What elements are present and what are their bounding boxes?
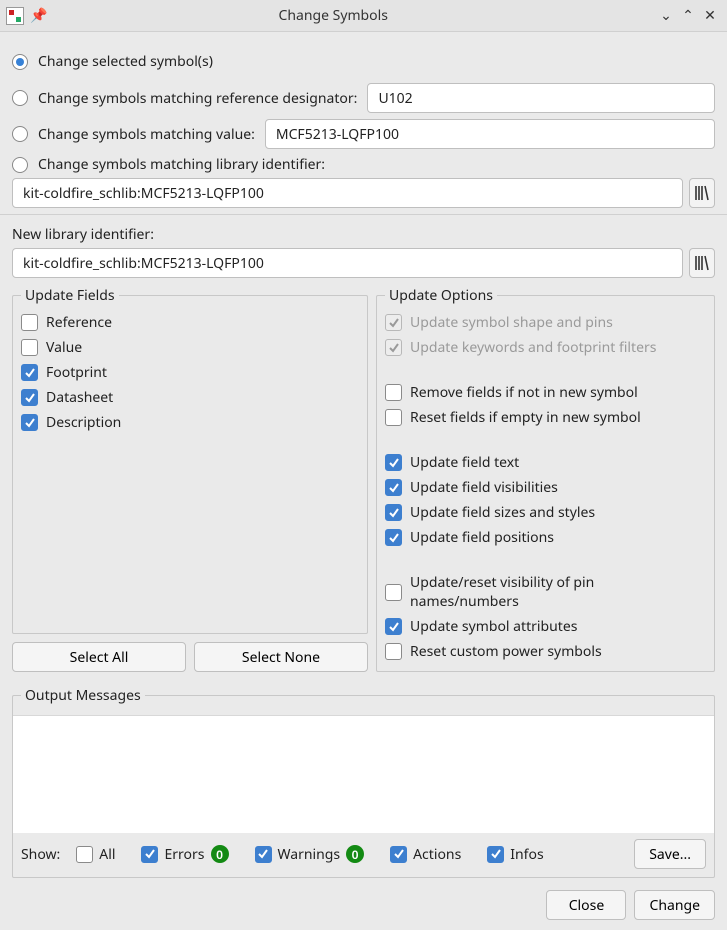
update-options-group: Update Options Update symbol shape and p… [376,286,715,672]
check-reference[interactable] [21,314,38,331]
show-infos-label: Infos [510,845,543,864]
minimize-button[interactable]: ⌄ [655,6,677,25]
titlebar: 📌 Change Symbols ⌄ ⌃ ✕ [0,0,727,32]
change-button[interactable]: Change [634,890,715,920]
check-remove-fields-label: Remove fields if not in new symbol [410,383,638,402]
check-update-attrs[interactable] [385,618,402,635]
library-browser-button-2[interactable] [689,248,715,278]
radio-match-libid[interactable] [12,157,28,173]
new-libid-input[interactable] [12,248,683,278]
output-messages-area[interactable] [13,715,714,833]
output-messages-group: Output Messages Show: All Errors 0 Warni… [12,686,715,878]
warnings-count-badge: 0 [346,845,364,863]
check-update-keywords-label: Update keywords and footprint filters [410,338,656,357]
dialog-content: Change selected symbol(s) Change symbols… [0,32,727,930]
check-update-pos-label: Update field positions [410,528,554,547]
radio-change-selected-label: Change selected symbol(s) [38,52,213,71]
check-update-shape-label: Update symbol shape and pins [410,313,613,332]
check-reset-power-label: Reset custom power symbols [410,642,602,661]
radio-match-refdes[interactable] [12,90,28,106]
check-remove-fields[interactable] [385,384,402,401]
radio-match-value-label: Change symbols matching value: [38,125,255,144]
check-update-text[interactable] [385,454,402,471]
check-show-infos[interactable] [487,846,504,863]
refdes-input[interactable] [367,83,715,113]
check-footprint-label: Footprint [46,363,107,382]
check-datasheet-label: Datasheet [46,388,113,407]
radio-match-libid-label: Change symbols matching library identifi… [38,155,325,174]
check-show-warnings[interactable] [255,846,272,863]
check-update-pos[interactable] [385,529,402,546]
show-all-label: All [99,845,115,864]
check-reset-empty-label: Reset fields if empty in new symbol [410,408,641,427]
save-button[interactable]: Save... [634,839,706,869]
library-icon [695,255,709,271]
show-warnings-label: Warnings [278,845,341,864]
check-update-shape [385,314,402,331]
update-options-legend: Update Options [385,286,497,305]
check-value[interactable] [21,339,38,356]
new-libid-label: New library identifier: [12,225,715,244]
update-fields-legend: Update Fields [21,286,119,305]
check-datasheet[interactable] [21,389,38,406]
check-update-pin-names[interactable] [385,584,402,601]
value-input[interactable] [265,119,715,149]
check-footprint[interactable] [21,364,38,381]
check-update-attrs-label: Update symbol attributes [410,617,577,636]
check-show-actions[interactable] [390,846,407,863]
check-update-vis-label: Update field visibilities [410,478,558,497]
check-update-size[interactable] [385,504,402,521]
select-none-button[interactable]: Select None [194,642,368,672]
check-reference-label: Reference [46,313,112,332]
show-label: Show: [21,845,60,864]
radio-match-value[interactable] [12,126,28,142]
library-browser-button-1[interactable] [689,178,715,208]
errors-count-badge: 0 [211,845,229,863]
check-description-label: Description [46,413,121,432]
library-icon [695,185,709,201]
select-all-button[interactable]: Select All [12,642,186,672]
check-show-errors[interactable] [141,846,158,863]
libid-input[interactable] [12,178,683,208]
check-update-vis[interactable] [385,479,402,496]
update-fields-group: Update Fields Reference Value Footprint [12,286,368,634]
check-show-all[interactable] [76,846,93,863]
window-title: Change Symbols [11,6,655,25]
show-errors-label: Errors [164,845,204,864]
show-actions-label: Actions [413,845,461,864]
radio-change-selected[interactable] [12,54,28,70]
check-value-label: Value [46,338,82,357]
check-reset-empty[interactable] [385,409,402,426]
radio-match-refdes-label: Change symbols matching reference design… [38,89,357,108]
check-reset-power[interactable] [385,643,402,660]
check-update-text-label: Update field text [410,453,519,472]
divider [0,214,727,215]
output-messages-legend: Output Messages [21,686,145,705]
check-update-keywords [385,339,402,356]
check-description[interactable] [21,414,38,431]
app-icon [6,7,24,25]
check-update-size-label: Update field sizes and styles [410,503,595,522]
maximize-button[interactable]: ⌃ [677,6,699,25]
check-update-pin-names-label: Update/reset visibility of pin names/num… [410,573,706,611]
close-button[interactable]: Close [546,890,626,920]
close-window-button[interactable]: ✕ [699,6,721,25]
